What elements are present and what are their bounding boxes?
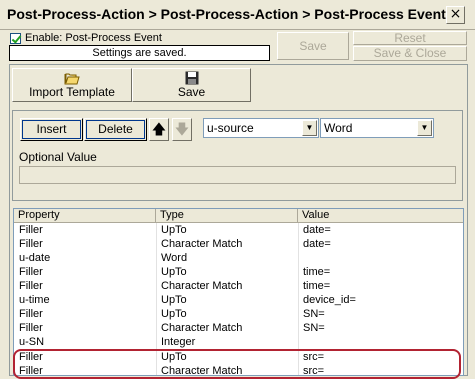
cell-value: date= — [303, 224, 331, 236]
cell-property: Filler — [19, 224, 43, 236]
cell-value: src= — [303, 351, 325, 363]
table-row[interactable]: Filler UpTo time= — [14, 266, 463, 280]
cell-property: u-date — [19, 252, 51, 264]
table-row[interactable]: Filler UpTo SN= — [14, 308, 463, 322]
window-title: Post-Process-Action > Post-Process-Actio… — [7, 6, 446, 22]
save-toolbar-label: Save — [177, 85, 206, 99]
cell-value: date= — [303, 238, 331, 250]
move-down-button[interactable]: 🡇 — [172, 118, 192, 141]
delete-button[interactable]: Delete — [84, 118, 147, 141]
reset-button[interactable]: Reset — [353, 31, 467, 45]
grid-header: Property Type Value — [14, 209, 463, 223]
cell-property: u-SN — [19, 336, 45, 348]
cell-type: UpTo — [161, 308, 187, 320]
chevron-down-icon[interactable]: ▼ — [417, 120, 432, 136]
cell-value: SN= — [303, 322, 325, 334]
table-row[interactable]: Filler Character Match time= — [14, 280, 463, 294]
table-row[interactable]: u-date Word — [14, 252, 463, 266]
cell-property: Filler — [19, 365, 43, 376]
enable-row: Enable: Post-Process Event — [10, 31, 162, 45]
optional-value-input[interactable] — [19, 166, 456, 184]
column-header-type[interactable]: Type — [156, 209, 298, 223]
cell-property: Filler — [19, 266, 43, 278]
folder-open-icon — [64, 73, 80, 85]
cell-type: Character Match — [161, 322, 243, 334]
insert-button[interactable]: Insert — [20, 118, 83, 141]
property-grid[interactable]: Property Type Value Filler UpTo date= Fi… — [13, 208, 464, 376]
cell-type: Character Match — [161, 280, 243, 292]
cell-property: Filler — [19, 351, 43, 363]
cell-value: src= — [303, 365, 325, 376]
save-close-button[interactable]: Save & Close — [353, 46, 467, 61]
enable-label: Enable: Post-Process Event — [25, 32, 162, 44]
cell-type: UpTo — [161, 224, 187, 236]
optional-value-label: Optional Value — [19, 150, 97, 164]
column-header-value[interactable]: Value — [298, 209, 463, 223]
save-toolbar-button[interactable]: Save — [132, 68, 251, 102]
table-row[interactable]: Filler UpTo src= — [14, 351, 463, 365]
arrow-down-icon: 🡇 — [174, 121, 190, 137]
move-up-button[interactable]: 🡅 — [149, 118, 169, 141]
cell-type: Character Match — [161, 238, 243, 250]
cell-value: time= — [303, 266, 331, 278]
cell-type: Character Match — [161, 365, 243, 376]
title-bar: Post-Process-Action > Post-Process-Actio… — [0, 0, 475, 30]
enable-checkbox[interactable] — [10, 32, 21, 44]
cell-value: device_id= — [303, 294, 356, 306]
column-header-property[interactable]: Property — [14, 209, 156, 223]
table-row[interactable]: Filler Character Match date= — [14, 238, 463, 252]
property-select[interactable]: u-source ▼ — [203, 118, 319, 138]
import-template-button[interactable]: Import Template — [12, 68, 132, 102]
table-row[interactable]: Filler UpTo date= — [14, 224, 463, 238]
cell-value: SN= — [303, 308, 325, 320]
type-select-value: Word — [324, 121, 353, 135]
chevron-down-icon[interactable]: ▼ — [302, 120, 317, 136]
arrow-up-icon: 🡅 — [151, 121, 167, 137]
cell-type: UpTo — [161, 351, 187, 363]
table-row[interactable]: u-SN Integer — [14, 336, 463, 350]
status-box: Settings are saved. — [9, 45, 270, 61]
cell-type: Integer — [161, 336, 196, 348]
cell-type: UpTo — [161, 294, 187, 306]
type-select[interactable]: Word ▼ — [320, 118, 434, 138]
close-icon: × — [449, 6, 462, 22]
table-row[interactable]: Filler Character Match SN= — [14, 322, 463, 336]
status-text: Settings are saved. — [92, 47, 187, 59]
cell-type: UpTo — [161, 266, 187, 278]
table-row[interactable]: u-time UpTo device_id= — [14, 294, 463, 308]
cell-property: Filler — [19, 238, 43, 250]
close-button[interactable]: × — [446, 6, 465, 24]
cell-property: Filler — [19, 322, 43, 334]
property-select-value: u-source — [207, 121, 254, 135]
cell-property: Filler — [19, 280, 43, 292]
cell-property: Filler — [19, 308, 43, 320]
cell-value: time= — [303, 280, 331, 292]
floppy-disk-icon — [185, 71, 198, 85]
import-template-label: Import Template — [29, 85, 115, 99]
cell-property: u-time — [19, 294, 50, 306]
save-header-button[interactable]: Save — [277, 32, 349, 60]
table-row[interactable]: Filler Character Match src= — [14, 365, 463, 376]
cell-type: Word — [161, 252, 188, 264]
